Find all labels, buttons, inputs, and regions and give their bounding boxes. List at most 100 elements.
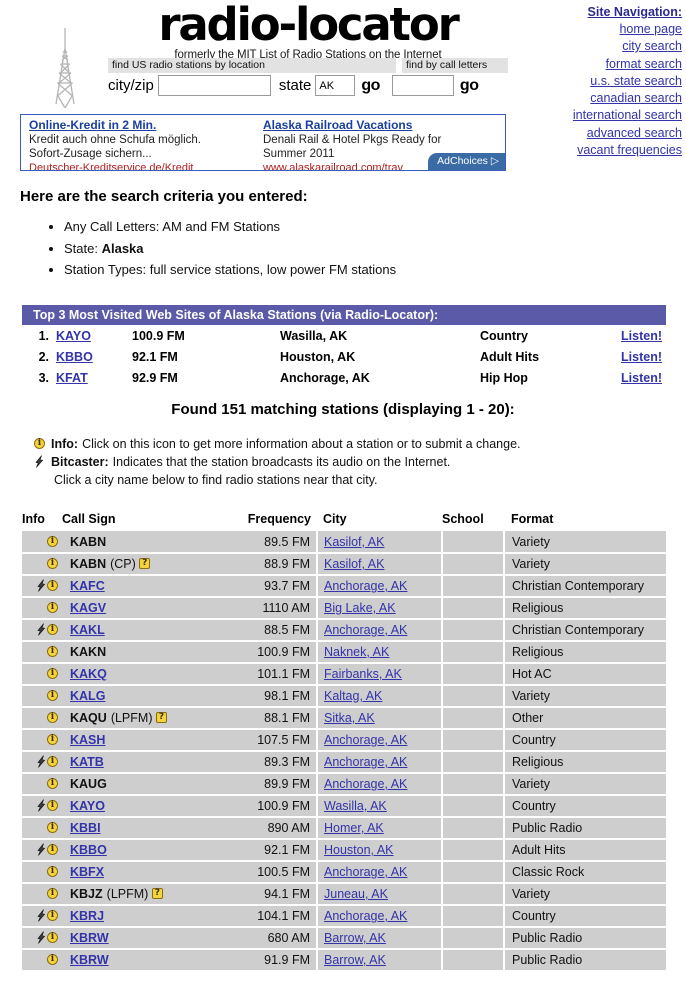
- frequency-cell: 100.5 FM: [212, 861, 318, 884]
- city-link[interactable]: Kasilof, AK: [324, 557, 384, 571]
- nav-link-international-search[interactable]: international search: [520, 107, 682, 124]
- call-sign-link[interactable]: KBRW: [70, 931, 109, 945]
- city-link[interactable]: Anchorage, AK: [324, 755, 407, 769]
- city-link[interactable]: Anchorage, AK: [324, 777, 407, 791]
- info-icon[interactable]: [47, 953, 58, 966]
- city-link[interactable]: Fairbanks, AK: [324, 667, 402, 681]
- info-icon[interactable]: [47, 931, 58, 944]
- adchoices-badge[interactable]: AdChoices ▷: [428, 153, 505, 170]
- city-link[interactable]: Homer, AK: [324, 821, 384, 835]
- call-sign-link[interactable]: KALG: [70, 689, 105, 703]
- listen-link[interactable]: Listen!: [621, 329, 662, 343]
- info-icon[interactable]: [47, 887, 58, 900]
- callsign-go-button[interactable]: go: [460, 77, 479, 95]
- call-sign-link[interactable]: KAYO: [70, 799, 105, 813]
- info-icon[interactable]: [47, 579, 58, 592]
- call-sign-link[interactable]: KATB: [70, 755, 104, 769]
- bitcaster-bolt-icon[interactable]: [36, 623, 47, 637]
- ad-left-headline[interactable]: Online-Kredit in 2 Min.: [29, 118, 259, 133]
- location-go-button[interactable]: go: [361, 77, 380, 95]
- school-cell: [442, 773, 505, 796]
- ad-left-line2: Sofort-Zusage sichern...: [29, 148, 152, 160]
- city-link[interactable]: Kasilof, AK: [324, 535, 384, 549]
- call-sign-link[interactable]: KAKL: [70, 623, 105, 637]
- school-cell: [442, 575, 505, 598]
- call-sign-link[interactable]: KAKQ: [70, 667, 107, 681]
- school-cell: [442, 817, 505, 840]
- city-link[interactable]: Sitka, AK: [324, 711, 375, 725]
- city-link[interactable]: Kaltag, AK: [324, 689, 382, 703]
- city-link[interactable]: Naknek, AK: [324, 645, 389, 659]
- info-icon[interactable]: [47, 865, 58, 878]
- call-sign-link[interactable]: KFAT: [56, 371, 88, 385]
- nav-link-us-state-search[interactable]: u.s. state search: [520, 73, 682, 90]
- call-sign-link[interactable]: KAGV: [70, 601, 106, 615]
- bitcaster-bolt-icon[interactable]: [36, 755, 47, 769]
- help-question-icon[interactable]: [139, 557, 151, 570]
- state-input[interactable]: [315, 75, 356, 96]
- city-link[interactable]: Anchorage, AK: [324, 865, 407, 879]
- city-zip-input[interactable]: [157, 75, 271, 96]
- info-icon[interactable]: [47, 645, 58, 658]
- info-icon[interactable]: [47, 557, 58, 570]
- call-sign-link[interactable]: KBRW: [70, 953, 109, 967]
- ad-left-url[interactable]: Deutscher-Kreditservice.de/Kredit: [29, 161, 259, 170]
- bitcaster-bolt-icon[interactable]: [36, 799, 47, 813]
- info-cell: [22, 861, 62, 884]
- nav-link-vacant-frequencies[interactable]: vacant frequencies: [520, 142, 682, 159]
- call-sign-link[interactable]: KAFC: [70, 579, 105, 593]
- info-icon[interactable]: [47, 821, 58, 834]
- info-icon[interactable]: [47, 909, 58, 922]
- table-row: KBFX 100.5 FM Anchorage, AK Classic Rock: [22, 861, 666, 884]
- call-sign-link[interactable]: KBBI: [70, 821, 101, 835]
- help-question-icon[interactable]: [155, 711, 167, 724]
- info-icon[interactable]: [47, 623, 58, 636]
- info-icon[interactable]: [47, 667, 58, 680]
- city-link[interactable]: Anchorage, AK: [324, 579, 407, 593]
- top-visited-table: 1. KAYO 100.9 FM Wasilla, AK Country Lis…: [22, 325, 666, 388]
- city-link[interactable]: Anchorage, AK: [324, 623, 407, 637]
- bitcaster-bolt-icon[interactable]: [36, 579, 47, 593]
- info-icon[interactable]: [47, 843, 58, 856]
- info-icon[interactable]: [47, 755, 58, 768]
- call-sign-link[interactable]: KBRJ: [70, 909, 104, 923]
- bitcaster-bolt-icon[interactable]: [36, 931, 47, 945]
- listen-link[interactable]: Listen!: [621, 350, 662, 364]
- nav-link-canadian-search[interactable]: canadian search: [520, 90, 682, 107]
- info-cell: [22, 575, 62, 598]
- call-sign-link[interactable]: KBBO: [70, 843, 107, 857]
- call-sign-link[interactable]: KBFX: [70, 865, 104, 879]
- info-icon[interactable]: [47, 689, 58, 702]
- nav-link-home-page[interactable]: home page: [520, 21, 682, 38]
- call-letters-input[interactable]: [391, 75, 454, 96]
- city-link[interactable]: Anchorage, AK: [324, 909, 407, 923]
- info-icon[interactable]: [47, 601, 58, 614]
- call-sign-link[interactable]: KASH: [70, 733, 105, 747]
- city-link[interactable]: Anchorage, AK: [324, 733, 407, 747]
- info-cell: [22, 949, 62, 972]
- frequency-cell: 89.5 FM: [212, 531, 318, 554]
- info-icon[interactable]: [47, 733, 58, 746]
- frequency: 100.9 FM: [132, 328, 185, 343]
- call-sign-link[interactable]: KBBO: [56, 350, 93, 364]
- nav-link-advanced-search[interactable]: advanced search: [520, 125, 682, 142]
- help-question-icon[interactable]: [151, 887, 163, 900]
- city-link[interactable]: Barrow, AK: [324, 953, 386, 967]
- info-icon[interactable]: [47, 711, 58, 724]
- city-link[interactable]: Barrow, AK: [324, 931, 386, 945]
- city-link[interactable]: Houston, AK: [324, 843, 394, 857]
- info-icon[interactable]: [47, 535, 58, 548]
- city-link[interactable]: Wasilla, AK: [324, 799, 387, 813]
- bitcaster-bolt-icon[interactable]: [36, 909, 47, 923]
- nav-link-city-search[interactable]: city search: [520, 38, 682, 55]
- call-sign-link[interactable]: KAYO: [56, 329, 91, 343]
- ad-right-headline[interactable]: Alaska Railroad Vacations: [263, 118, 493, 133]
- info-icon[interactable]: [47, 799, 58, 812]
- city-link[interactable]: Juneau, AK: [324, 887, 388, 901]
- nav-link-format-search[interactable]: format search: [520, 56, 682, 73]
- listen-link[interactable]: Listen!: [621, 371, 662, 385]
- city-link[interactable]: Big Lake, AK: [324, 601, 396, 615]
- info-icon[interactable]: [47, 777, 58, 790]
- ad-left[interactable]: Online-Kredit in 2 Min. Kredit auch ohne…: [29, 118, 259, 170]
- bitcaster-bolt-icon[interactable]: [36, 843, 47, 857]
